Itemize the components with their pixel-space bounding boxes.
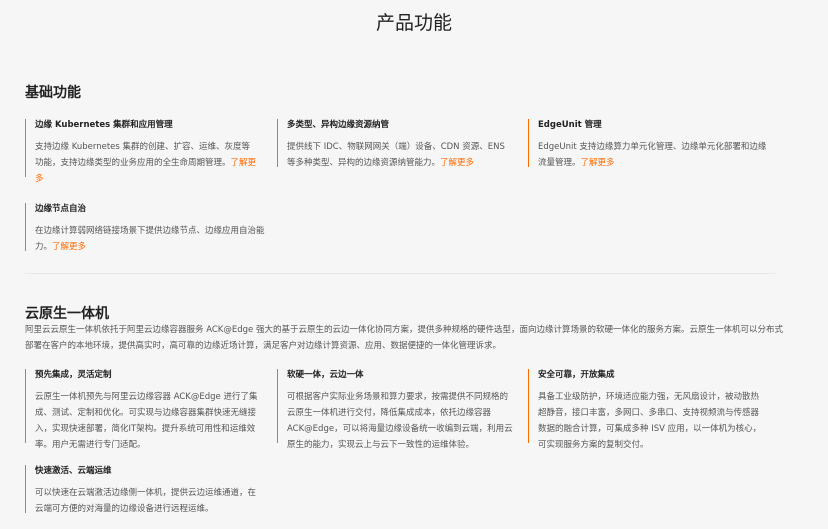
feature-card-activation: 快速激活、云端运维 可以快速在云端激活边缘侧一体机，提供云边运维通道，在云端可方…: [25, 465, 261, 514]
feature-card-text: 支持边缘 Kubernetes 集群的创建、扩容、运维、灰度等功能，支持边缘类型…: [35, 142, 257, 184]
page-title: 产品功能: [375, 12, 452, 34]
feature-card-title: 边缘 Kubernetes 集群和应用管理: [35, 120, 173, 130]
feature-card-text: EdgeUnit 支持边缘算力单元化管理、边缘单元化部署和边缘流量管理。了解更多: [538, 142, 767, 168]
feature-card-security: 安全可靠，开放集成 具备工业级防护，环境适应能力强，无风扇设计，被动散热超静音，…: [528, 369, 764, 450]
feature-card-title: 预先集成，灵活定制: [35, 370, 112, 380]
feature-card-edgeunit: EdgeUnit 管理 EdgeUnit 支持边缘算力单元化管理、边缘单元化部署…: [528, 119, 768, 168]
section-description: 阿里云云原生一体机依托于阿里云边缘容器服务 ACK@Edge 强大的基于云原生的…: [25, 325, 783, 351]
learn-more-link[interactable]: 了解更多: [581, 158, 615, 168]
section-title-basic: 基础功能: [25, 85, 81, 101]
feature-card-preintegrated: 预先集成，灵活定制 云原生一体机预先与阿里云边缘容器 ACK@Edge 进行了集…: [25, 369, 261, 450]
feature-card-text: 提供线下 IDC、物联网网关（端）设备、CDN 资源、ENS 等多种类型、异构的…: [287, 142, 505, 168]
feature-card-hw-sw: 软硬一体，云边一体 可根据客户实际业务场景和算力要求，按需提供不同规格的云原生一…: [277, 369, 513, 450]
product-features-page: 产品功能 基础功能 边缘 Kubernetes 集群和应用管理 支持边缘 Kub…: [0, 0, 828, 529]
feature-card-resource: 多类型、异构边缘资源纳管 提供线下 IDC、物联网网关（端）设备、CDN 资源、…: [277, 119, 509, 168]
feature-card-title: 边缘节点自治: [35, 204, 87, 214]
feature-card-autonomy: 边缘节点自治 在边缘计算弱网络链接场景下提供边缘节点、边缘应用自治能力。了解更多: [25, 203, 265, 252]
feature-card-title: 多类型、异构边缘资源纳管: [287, 120, 390, 130]
feature-card-text: 可根据客户实际业务场景和算力要求，按需提供不同规格的云原生一体机进行交付，降低集…: [287, 392, 513, 450]
section-title-integrated: 云原生一体机: [25, 306, 109, 322]
feature-card-text: 具备工业级防护，环境适应能力强，无风扇设计，被动散热超静音，接口丰富，多网口、多…: [538, 392, 762, 450]
feature-card-title: 快速激活、云端运维: [35, 466, 112, 476]
learn-more-link[interactable]: 了解更多: [52, 242, 86, 252]
feature-card-text: 云原生一体机预先与阿里云边缘容器 ACK@Edge 进行了集成、测试、定制和优化…: [35, 392, 258, 450]
feature-card-text: 在边缘计算弱网络链接场景下提供边缘节点、边缘应用自治能力。了解更多: [35, 226, 265, 252]
feature-card-title: 软硬一体，云边一体: [287, 370, 364, 380]
feature-card-k8s: 边缘 Kubernetes 集群和应用管理 支持边缘 Kubernetes 集群…: [25, 119, 257, 184]
feature-card-text: 可以快速在云端激活边缘侧一体机，提供云边运维通道，在云端可方便的对海量的边缘设备…: [35, 488, 257, 514]
feature-card-title: 安全可靠，开放集成: [538, 370, 615, 380]
learn-more-link[interactable]: 了解更多: [440, 158, 474, 168]
section-divider: [25, 273, 775, 274]
feature-card-title: EdgeUnit 管理: [538, 120, 602, 130]
